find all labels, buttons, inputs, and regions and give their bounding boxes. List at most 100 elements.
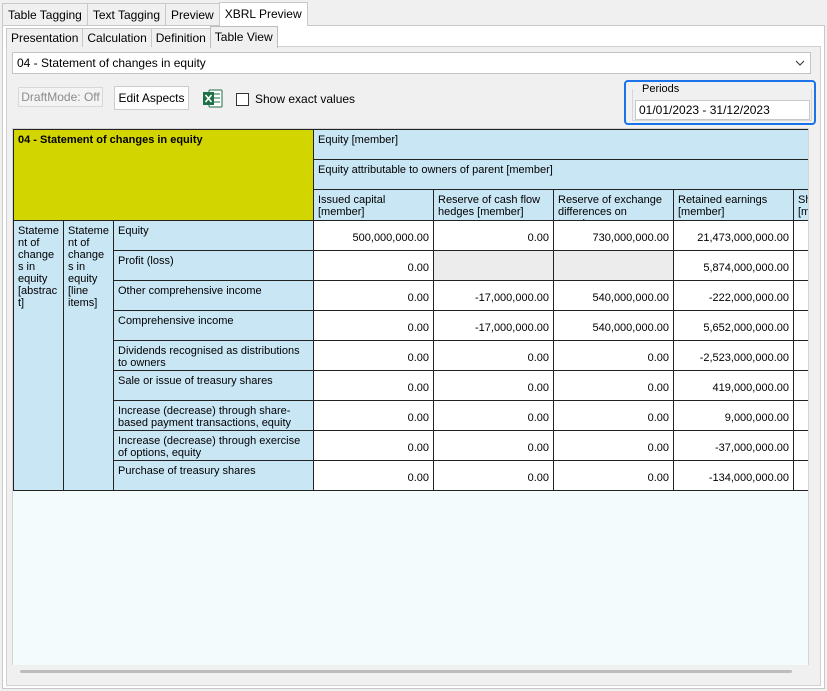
tab-text-tagging[interactable]: Text Tagging <box>86 3 167 25</box>
value-cell[interactable]: -2,523,000,000.00 <box>674 341 794 371</box>
value-cell[interactable]: 540,000,000.00 <box>554 281 674 311</box>
value-cell[interactable]: 0.00 <box>434 461 554 491</box>
value-cell[interactable]: 0.00 <box>314 341 434 371</box>
cell-value: 0.00 <box>407 382 429 394</box>
value-cell-partial[interactable] <box>794 311 808 341</box>
value-cell[interactable]: -222,000,000.00 <box>674 281 794 311</box>
value-cell-partial[interactable] <box>794 401 808 431</box>
value-cell-partial[interactable] <box>794 251 808 281</box>
cell-value: 0.00 <box>647 412 669 424</box>
row-label: Increase (decrease) through share-based … <box>114 401 314 431</box>
value-cell[interactable]: 9,000,000.00 <box>674 401 794 431</box>
table-select-dropdown[interactable]: 04 - Statement of changes in equity <box>12 52 811 74</box>
horizontal-scrollbar-thumb[interactable] <box>20 670 792 673</box>
cell-value: 21,473,000,000.00 <box>697 232 789 244</box>
value-cell[interactable]: 0.00 <box>554 461 674 491</box>
tab-preview[interactable]: Preview <box>165 3 220 25</box>
tab-table-tagging[interactable]: Table Tagging <box>2 3 88 25</box>
value-cell-partial[interactable] <box>794 461 808 491</box>
cell-value: 9,000,000.00 <box>724 412 789 424</box>
cell-value: 0.00 <box>527 382 549 394</box>
tab-table-view[interactable]: Table View <box>209 26 278 48</box>
value-cell-partial[interactable] <box>794 371 808 401</box>
value-cell[interactable]: 500,000,000.00 <box>314 221 434 251</box>
cell-value: -2,523,000,000.00 <box>699 352 789 364</box>
value-cell-partial[interactable] <box>794 281 808 311</box>
value-cell[interactable]: 0.00 <box>554 431 674 461</box>
cell-value: 0.00 <box>407 472 429 484</box>
value-cell[interactable]: 419,000,000.00 <box>674 371 794 401</box>
table-view-grid: 04 - Statement of changes in equity Equit… <box>12 128 809 677</box>
cell-value: -37,000,000.00 <box>714 442 789 454</box>
value-cell[interactable]: 0.00 <box>314 431 434 461</box>
value-cell[interactable]: 0.00 <box>554 371 674 401</box>
value-cell-partial[interactable] <box>794 221 808 251</box>
value-cell[interactable]: -17,000,000.00 <box>434 281 554 311</box>
value-cell[interactable]: 0.00 <box>314 281 434 311</box>
value-cell[interactable]: 0.00 <box>434 431 554 461</box>
value-cell[interactable]: 0.00 <box>314 251 434 281</box>
axis-label-abstract: Stateme nt of change s in equity [abstra… <box>14 221 64 491</box>
header-parent-member: Equity attributable to owners of parent … <box>314 160 808 190</box>
value-cell[interactable]: 0.00 <box>434 221 554 251</box>
cell-value: 0.00 <box>647 442 669 454</box>
value-cell[interactable]: 0.00 <box>554 401 674 431</box>
column-header[interactable]: Reserve of exchange differences on trans… <box>554 190 674 221</box>
cell-value: 540,000,000.00 <box>592 322 669 334</box>
row-label: Sale or issue of treasury shares <box>114 371 314 401</box>
cell-value: 0.00 <box>407 292 429 304</box>
cell-value: 0.00 <box>647 352 669 364</box>
header-equity-member: Equity [member] <box>314 130 808 160</box>
show-exact-values-checkbox[interactable] <box>236 93 249 106</box>
cell-value: 500,000,000.00 <box>352 232 429 244</box>
column-header[interactable]: Sh [m <box>794 190 808 221</box>
value-cell-partial[interactable] <box>794 431 808 461</box>
value-cell[interactable]: 21,473,000,000.00 <box>674 221 794 251</box>
cell-value: 0.00 <box>647 472 669 484</box>
value-cell[interactable]: -134,000,000.00 <box>674 461 794 491</box>
value-cell[interactable]: 5,874,000,000.00 <box>674 251 794 281</box>
sub-tab-bar: Presentation Calculation Definition Tabl… <box>6 26 278 48</box>
cell-value: 0.00 <box>647 382 669 394</box>
edit-aspects-button[interactable]: Edit Aspects <box>114 86 189 110</box>
tab-xbrl-preview[interactable]: XBRL Preview <box>218 2 308 26</box>
value-cell[interactable]: 0.00 <box>314 401 434 431</box>
value-cell-partial[interactable] <box>794 341 808 371</box>
value-cell[interactable]: 0.00 <box>314 311 434 341</box>
value-cell[interactable]: 0.00 <box>434 341 554 371</box>
value-cell[interactable]: 0.00 <box>434 401 554 431</box>
value-cell[interactable]: -17,000,000.00 <box>434 311 554 341</box>
column-header[interactable]: Reserve of cash flow hedges [member] <box>434 190 554 221</box>
value-cell[interactable]: 0.00 <box>554 341 674 371</box>
tab-calculation[interactable]: Calculation <box>82 28 152 47</box>
cell-value: 0.00 <box>527 352 549 364</box>
cell-value: -17,000,000.00 <box>474 292 549 304</box>
value-cell[interactable]: 0.00 <box>434 371 554 401</box>
excel-export-icon[interactable] <box>202 88 223 109</box>
cell-value: 0.00 <box>527 412 549 424</box>
tab-presentation[interactable]: Presentation <box>6 28 84 47</box>
tab-definition[interactable]: Definition <box>150 28 211 47</box>
column-header[interactable]: Issued capital [member] <box>314 190 434 221</box>
value-cell[interactable]: 730,000,000.00 <box>554 221 674 251</box>
value-cell[interactable]: 0.00 <box>314 371 434 401</box>
periods-input[interactable]: 01/01/2023 - 31/12/2023 <box>635 100 810 120</box>
value-cell[interactable]: 540,000,000.00 <box>554 311 674 341</box>
row-label: Dividends recognised as distributions to… <box>114 341 314 371</box>
row-label: Increase (decrease) through exercise of … <box>114 431 314 461</box>
cell-value: 0.00 <box>407 322 429 334</box>
show-exact-values-label: Show exact values <box>255 92 356 106</box>
chevron-down-icon <box>795 60 805 66</box>
value-cell[interactable]: -37,000,000.00 <box>674 431 794 461</box>
draft-mode-button[interactable]: DraftMode: Off <box>18 87 103 107</box>
row-label: Purchase of treasury shares <box>114 461 314 491</box>
value-cell[interactable] <box>554 251 674 281</box>
column-header[interactable]: Retained earnings [member] <box>674 190 794 221</box>
value-cell[interactable]: 0.00 <box>314 461 434 491</box>
periods-legend: Periods <box>640 83 682 95</box>
axis-label-line-items: Stateme nt of change s in equity [line i… <box>64 221 114 491</box>
cell-value: 0.00 <box>527 442 549 454</box>
value-cell[interactable] <box>434 251 554 281</box>
cell-value: -222,000,000.00 <box>708 292 789 304</box>
value-cell[interactable]: 5,652,000,000.00 <box>674 311 794 341</box>
